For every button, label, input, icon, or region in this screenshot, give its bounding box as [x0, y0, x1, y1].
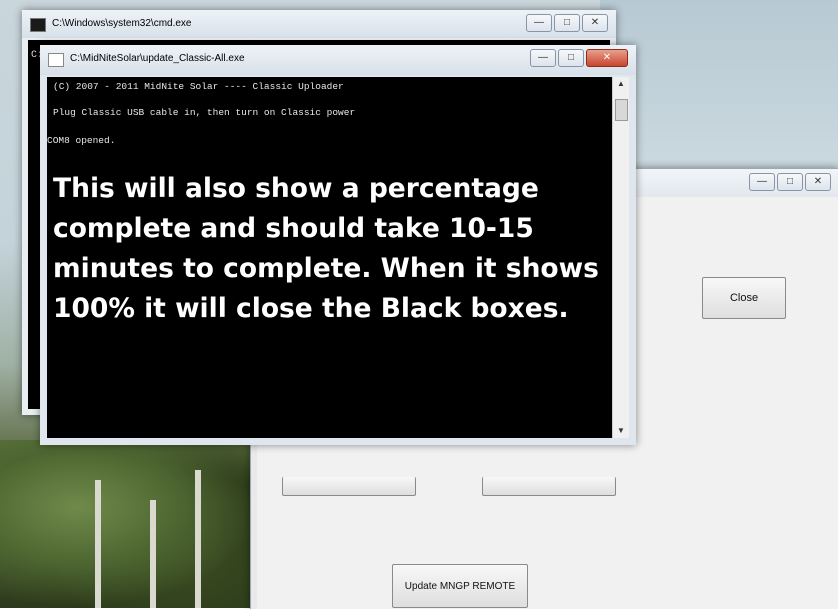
- cmd-window-front[interactable]: C:\MidNiteSolar\update_Classic-All.exe —…: [40, 45, 636, 445]
- trees-image: [0, 440, 260, 608]
- console-line-status: COM8 opened.: [47, 135, 116, 146]
- window-title: C:\MidNiteSolar\update_Classic-All.exe: [70, 53, 245, 64]
- scroll-down-icon[interactable]: ▼: [613, 424, 629, 438]
- update-mngp-remote-button[interactable]: Update MNGP REMOTE: [392, 564, 528, 608]
- app-icon: [48, 53, 64, 67]
- minimize-button[interactable]: —: [749, 173, 775, 191]
- close-button[interactable]: ✕: [586, 49, 628, 67]
- close-window-button[interactable]: ✕: [805, 173, 831, 191]
- console-area[interactable]: (C) 2007 - 2011 MidNite Solar ---- Class…: [47, 77, 629, 438]
- console-line-copyright: (C) 2007 - 2011 MidNite Solar ---- Class…: [53, 81, 344, 92]
- close-button[interactable]: ✕: [582, 14, 608, 32]
- overlay-line-2: complete and should take 10-15: [53, 213, 534, 244]
- titlebar[interactable]: C:\Windows\system32\cmd.exe — □ ✕: [22, 10, 616, 38]
- close-button[interactable]: Close: [702, 277, 786, 319]
- maximize-button[interactable]: □: [554, 14, 580, 32]
- maximize-button[interactable]: □: [558, 49, 584, 67]
- overlay-line-3: minutes to complete. When it shows: [53, 253, 599, 284]
- titlebar[interactable]: C:\MidNiteSolar\update_Classic-All.exe —…: [40, 45, 636, 75]
- minimize-button[interactable]: —: [530, 49, 556, 67]
- instruction-overlay: This will also show a percentage complet…: [53, 169, 613, 329]
- window-title: C:\Windows\system32\cmd.exe: [52, 18, 192, 29]
- minimize-button[interactable]: —: [526, 14, 552, 32]
- scroll-up-icon[interactable]: ▲: [613, 77, 629, 91]
- console-line-instruction: Plug Classic USB cable in, then turn on …: [53, 107, 356, 118]
- obscured-button-right[interactable]: [482, 477, 616, 496]
- maximize-button[interactable]: □: [777, 173, 803, 191]
- obscured-button-left[interactable]: [282, 477, 416, 496]
- overlay-line-1: This will also show a percentage: [53, 173, 539, 204]
- overlay-line-4: 100% it will close the Black boxes.: [53, 293, 569, 324]
- scroll-thumb[interactable]: [615, 99, 628, 121]
- vertical-scrollbar[interactable]: ▲ ▼: [612, 77, 629, 438]
- cmd-icon: [30, 18, 46, 32]
